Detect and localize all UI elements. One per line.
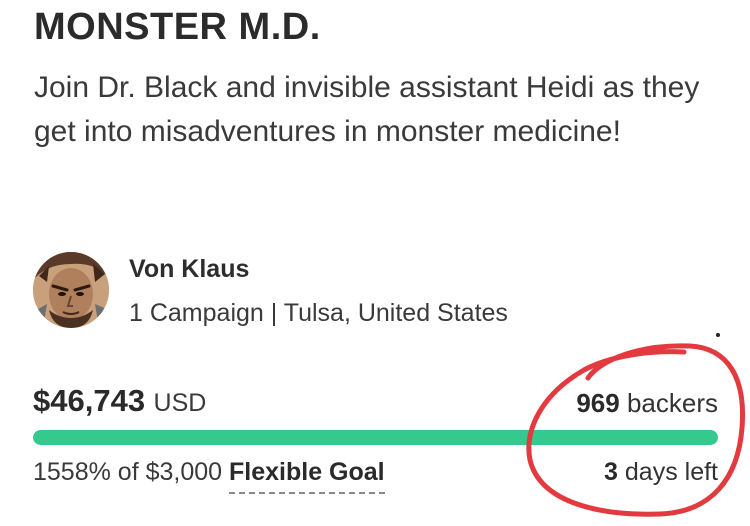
funding-summary: 1558% of $3,000 Flexible Goal <box>33 458 385 494</box>
creator-avatar[interactable] <box>33 252 109 328</box>
stray-dot <box>716 333 720 337</box>
campaign-tagline: Join Dr. Black and invisible assistant H… <box>34 71 700 148</box>
creator-meta: 1 Campaign | Tulsa, United States <box>129 299 508 327</box>
backers-count: 969 backers <box>576 388 718 419</box>
campaign-title: MONSTER M.D. <box>34 6 321 48</box>
amount-value: $46,743 <box>33 383 146 418</box>
avatar-portrait-icon <box>33 252 109 328</box>
funding-progress-bar <box>33 430 718 445</box>
goal-type-link[interactable]: Flexible Goal <box>229 458 385 494</box>
creator-name[interactable]: Von Klaus <box>129 255 249 284</box>
backers-label: backers <box>626 388 718 418</box>
funding-percent: 1558% of $3,000 <box>33 458 223 486</box>
amount-raised: $46,743 USD <box>33 383 206 419</box>
amount-currency: USD <box>153 389 207 417</box>
days-label: days left <box>624 458 718 486</box>
days-count: 3 <box>604 458 618 486</box>
backers-number: 969 <box>576 388 620 418</box>
funding-progress-fill <box>33 430 718 445</box>
time-left: 3 days left <box>604 458 718 487</box>
